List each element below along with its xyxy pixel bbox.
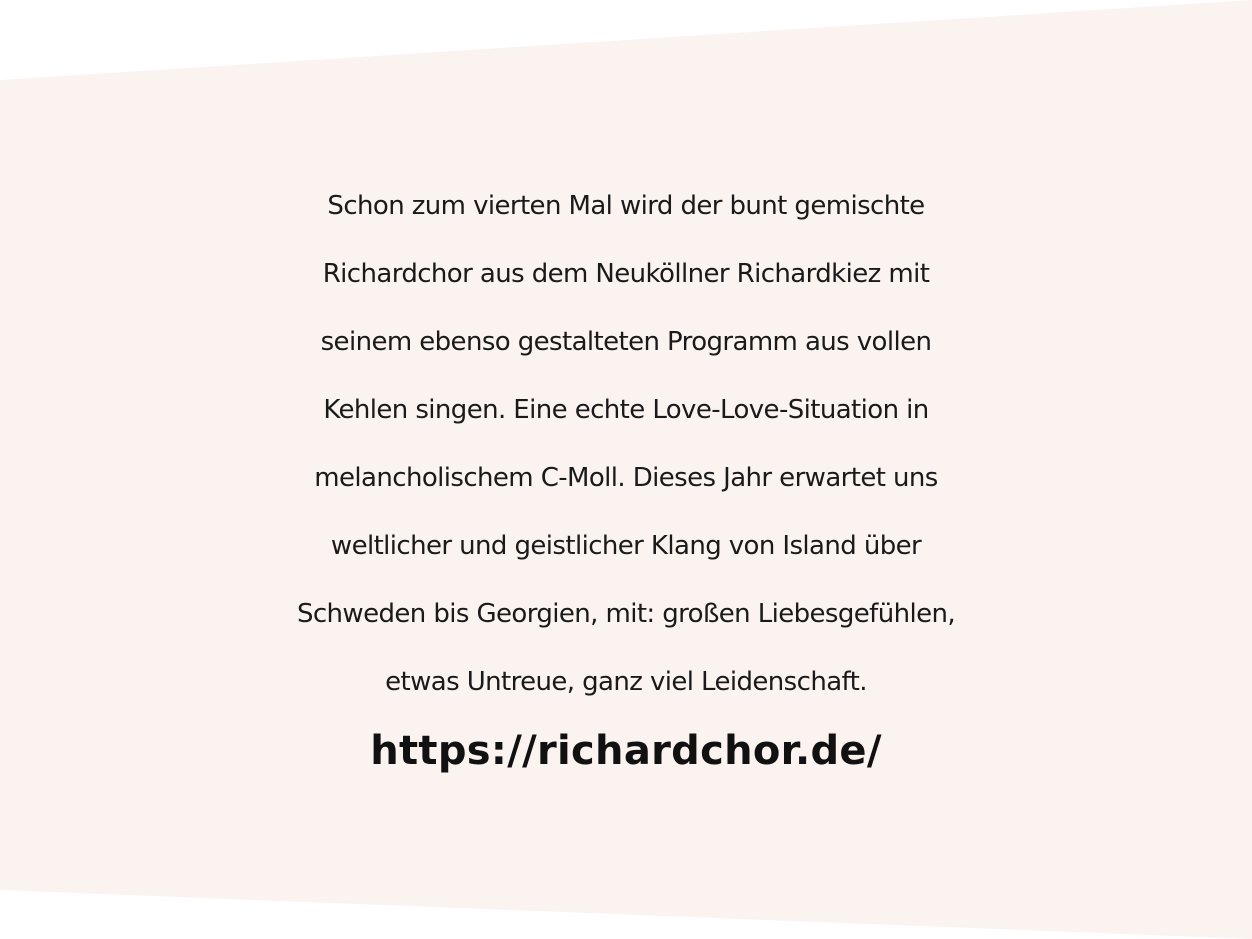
description-line-8: etwas Untreue, ganz viel Leidenschaft. (385, 667, 867, 697)
description-line-2: Richardchor aus dem Neuköllner Richardki… (322, 259, 930, 289)
description-line-1: Schon zum vierten Mal wird der bunt gemi… (327, 191, 925, 221)
description-line-4: Kehlen singen. Eine echte Love-Love-Situ… (323, 395, 929, 425)
website-link-row: https://richardchor.de/ (0, 716, 1252, 785)
page: Schon zum vierten Mal wird der bunt gemi… (0, 0, 1252, 939)
description-text-block: Schon zum vierten Mal wird der bunt gemi… (0, 172, 1252, 785)
description-line-5: melancholischem C-Moll. Dieses Jahr erwa… (314, 463, 938, 493)
website-link[interactable]: https://richardchor.de/ (370, 717, 882, 785)
description-line-6: weltlicher und geistlicher Klang von Isl… (330, 531, 922, 561)
description-line-3: seinem ebenso gestalteten Programm aus v… (320, 327, 932, 357)
description-line-7: Schweden bis Georgien, mit: großen Liebe… (296, 599, 956, 629)
